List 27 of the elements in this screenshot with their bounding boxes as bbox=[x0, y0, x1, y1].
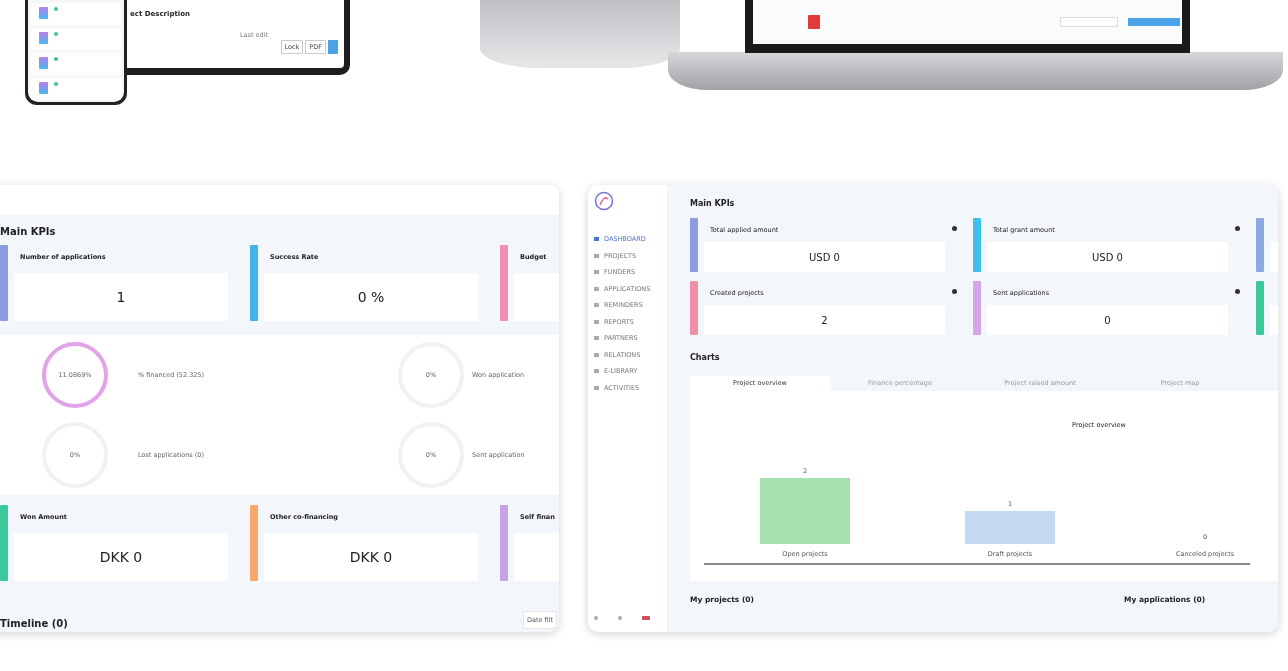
kpi-value: 2 bbox=[704, 305, 945, 335]
kpi-value: USD 0 bbox=[987, 242, 1228, 272]
logo-icon bbox=[594, 191, 614, 211]
kpi-value: 1 bbox=[14, 273, 228, 321]
document-icon bbox=[39, 82, 48, 94]
kpi-value: DKK 0 bbox=[14, 533, 228, 581]
section-title: Main KPIs bbox=[0, 225, 57, 239]
document-icon bbox=[39, 7, 48, 19]
document-icon bbox=[39, 32, 48, 44]
info-icon[interactable] bbox=[1235, 226, 1240, 231]
list-row[interactable] bbox=[31, 3, 121, 25]
section-title: Charts bbox=[690, 353, 721, 364]
list-row[interactable] bbox=[31, 78, 121, 100]
list-row[interactable] bbox=[31, 28, 121, 50]
section-title: Timeline (0) bbox=[0, 618, 68, 629]
list-row[interactable] bbox=[31, 53, 121, 75]
section-title: Main KPIs bbox=[690, 199, 736, 210]
info-icon[interactable] bbox=[952, 226, 957, 231]
kpi-value: 0 % bbox=[264, 273, 478, 321]
kpi-value: 0 bbox=[987, 305, 1228, 335]
kpi-value: USD 0 bbox=[704, 242, 945, 272]
kpi-value: DKK 0 bbox=[264, 533, 478, 581]
info-icon[interactable] bbox=[952, 289, 957, 294]
flag-icon[interactable] bbox=[642, 616, 650, 620]
info-icon[interactable] bbox=[1235, 289, 1240, 294]
document-icon bbox=[39, 57, 48, 69]
pdf-file-icon bbox=[808, 15, 820, 29]
